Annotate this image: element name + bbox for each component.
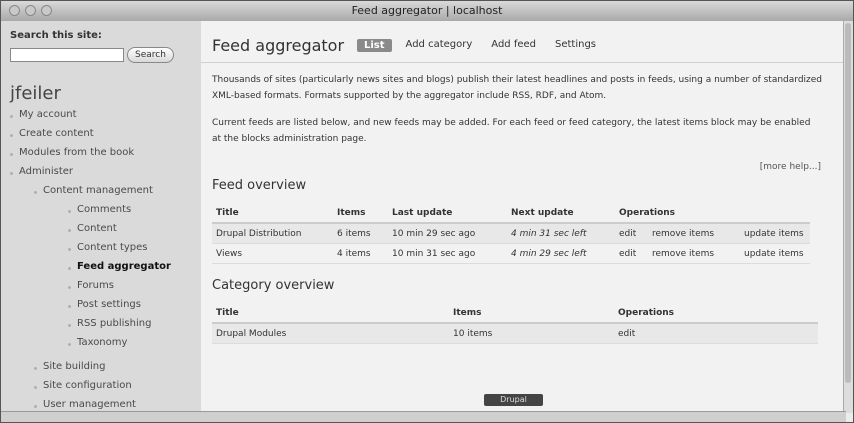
remove-items-link[interactable]: remove items <box>648 223 740 244</box>
feed-title-cell[interactable]: Views <box>212 243 333 264</box>
sidebar-item-content-management[interactable]: Content management <box>34 185 153 196</box>
column-header: Last update <box>388 203 507 224</box>
column-header: Title <box>212 303 449 324</box>
table-header-row: Title Items Operations <box>212 303 818 324</box>
window-title: Feed aggregator | localhost <box>351 4 503 17</box>
sidebar-item-my-account[interactable]: My account <box>10 109 77 120</box>
horizontal-scrollbar[interactable] <box>1 411 846 422</box>
sidebar-item-site-building[interactable]: Site building <box>33 361 105 372</box>
remove-items-link[interactable]: remove items <box>648 243 740 264</box>
sidebar-item-feed-aggregator[interactable]: Feed aggregator <box>68 261 171 272</box>
table-row: Drupal Modules 10 items edit <box>212 323 818 344</box>
feed-items-cell: 4 items <box>333 243 388 264</box>
vertical-scrollbar[interactable] <box>843 21 853 413</box>
feeds-help-paragraph: Current feeds are listed below, and new … <box>212 118 811 144</box>
scrollbar-thumb[interactable] <box>845 23 851 383</box>
category-items-cell: 10 items <box>449 323 614 344</box>
more-help-link[interactable]: [more help...] <box>760 162 821 172</box>
page-title: Feed aggregator <box>212 36 345 55</box>
feed-overview-heading: Feed overview <box>212 178 307 193</box>
update-items-link[interactable]: update items <box>740 243 810 264</box>
search-button[interactable]: Search <box>127 47 174 63</box>
column-header: Title <box>212 203 333 224</box>
browser-window: Feed aggregator | localhost Search this … <box>0 0 854 423</box>
tab-add-feed[interactable]: Add feed <box>491 39 536 52</box>
feed-overview-table: Title Items Last update Next update Oper… <box>212 203 810 264</box>
feed-last-update-cell: 10 min 29 sec ago <box>388 223 507 244</box>
sidebar: Search this site: Search jfeiler My acco… <box>1 21 202 414</box>
tab-add-category[interactable]: Add category <box>406 39 473 52</box>
sidebar-item-post-settings[interactable]: Post settings <box>68 299 141 310</box>
feed-last-update-cell: 10 min 31 sec ago <box>388 243 507 264</box>
user-name-heading: jfeiler <box>10 83 61 104</box>
table-row: Views 4 items 10 min 31 sec ago 4 min 29… <box>212 243 810 264</box>
category-title-cell[interactable]: Drupal Modules <box>212 323 449 344</box>
category-overview-table: Title Items Operations Drupal Modules 10… <box>212 303 818 344</box>
feed-next-update-cell: 4 min 31 sec left <box>507 223 615 244</box>
column-header: Next update <box>507 203 615 224</box>
drupal-powered-badge[interactable]: Drupal <box>484 394 543 406</box>
search-input[interactable] <box>10 48 124 62</box>
sidebar-item-user-management[interactable]: User management <box>34 399 136 410</box>
edit-link[interactable]: edit <box>615 243 648 264</box>
feed-next-update-cell: 4 min 29 sec left <box>507 243 615 264</box>
tab-bar: List Add category Add feed Settings <box>357 39 615 52</box>
sidebar-item-create-content[interactable]: Create content <box>10 128 94 139</box>
edit-link[interactable]: edit <box>615 223 648 244</box>
table-header-row: Title Items Last update Next update Oper… <box>212 203 810 224</box>
sidebar-item-administer[interactable]: Administer <box>9 166 73 177</box>
sidebar-item-content[interactable]: Content <box>68 223 117 234</box>
sidebar-item-rss-publishing[interactable]: RSS publishing <box>67 318 151 329</box>
sidebar-item-forums[interactable]: Forums <box>68 280 114 291</box>
sidebar-item-taxonomy[interactable]: Taxonomy <box>67 337 127 348</box>
feed-items-cell: 6 items <box>333 223 388 244</box>
column-header: Operations <box>615 203 810 224</box>
search-label: Search this site: <box>10 30 102 41</box>
tab-list[interactable]: List <box>357 39 392 52</box>
sidebar-item-comments[interactable]: Comments <box>67 204 131 215</box>
column-header: Operations <box>614 303 818 324</box>
column-header: Items <box>449 303 614 324</box>
table-row: Drupal Distribution 6 items 10 min 29 se… <box>212 223 810 244</box>
update-items-link[interactable]: update items <box>740 223 810 244</box>
page-header: Feed aggregator List Add category Add fe… <box>201 21 846 63</box>
column-header: Items <box>333 203 388 224</box>
category-overview-heading: Category overview <box>212 278 335 293</box>
sidebar-item-site-configuration[interactable]: Site configuration <box>34 380 132 391</box>
tab-settings[interactable]: Settings <box>555 39 596 52</box>
intro-paragraph: Thousands of sites (particularly news si… <box>212 75 823 101</box>
main-content: Feed aggregator List Add category Add fe… <box>201 21 846 414</box>
sidebar-item-content-types[interactable]: Content types <box>68 242 148 253</box>
edit-link[interactable]: edit <box>614 323 818 344</box>
sidebar-item-modules-from-the-book[interactable]: Modules from the book <box>9 147 134 158</box>
feed-title-cell[interactable]: Drupal Distribution <box>212 223 333 244</box>
title-bar: Feed aggregator | localhost <box>1 1 853 22</box>
